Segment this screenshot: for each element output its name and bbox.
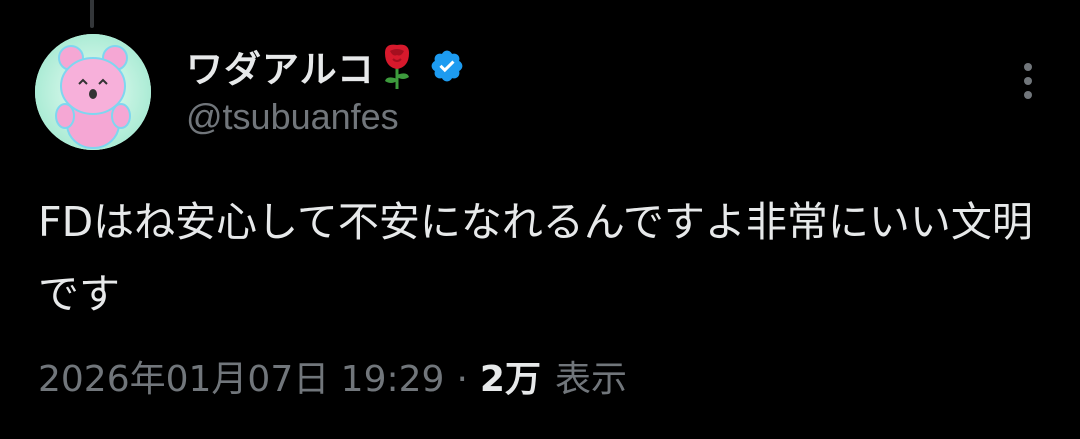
tweet-header: ワダアルコ @tsubuanfes [186, 38, 1000, 138]
more-vertical-icon[interactable] [1022, 62, 1034, 100]
author-name-row: ワダアルコ [186, 38, 1000, 94]
tweet-text: FDはね安心して不安になれるんですよ非常にいい文明です [38, 198, 1033, 318]
author-handle[interactable]: @tsubuanfes [186, 96, 1000, 138]
meta-separator: · [456, 359, 468, 400]
verified-badge-icon[interactable] [429, 48, 465, 84]
avatar[interactable] [35, 34, 151, 150]
author-display-name[interactable]: ワダアルコ [186, 39, 375, 93]
thread-connector-line [90, 0, 94, 28]
tweet-meta: 2026年01月07日 19:29 · 2万 表示 [38, 350, 627, 402]
tweet-timestamp[interactable]: 2026年01月07日 19:29 [38, 350, 444, 402]
avatar-image [35, 34, 151, 150]
views-count: 2万 [479, 359, 541, 400]
views-label: 表示 [554, 359, 627, 400]
rose-icon [379, 41, 415, 91]
